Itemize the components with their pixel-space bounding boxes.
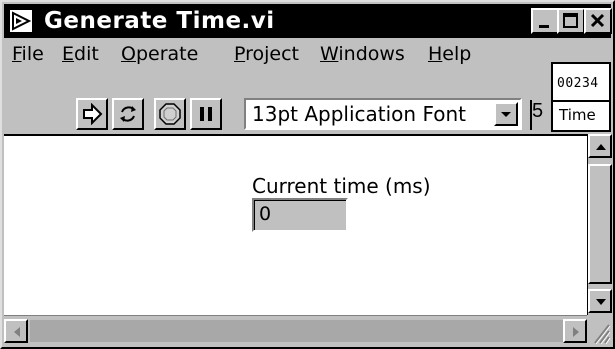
close-icon bbox=[590, 13, 605, 28]
current-time-label: Current time (ms) bbox=[252, 174, 431, 198]
menu-bar: File Edit Operate Project Windows Help bbox=[4, 40, 549, 68]
menu-project[interactable]: Project bbox=[234, 43, 299, 65]
font-select[interactable]: 13pt Application Font bbox=[244, 98, 522, 130]
vi-window: Generate Time.vi File Edit Operate Proje… bbox=[0, 0, 615, 349]
run-continuously-icon bbox=[120, 106, 136, 122]
title-bar[interactable]: Generate Time.vi bbox=[4, 4, 612, 38]
horizontal-scrollbar[interactable] bbox=[4, 315, 587, 345]
vi-icon-divider bbox=[553, 100, 609, 102]
resize-grip[interactable] bbox=[587, 315, 611, 345]
font-select-dropdown-button[interactable] bbox=[494, 102, 518, 126]
abort-button[interactable] bbox=[154, 98, 186, 130]
arrow-left-icon bbox=[14, 327, 20, 337]
front-panel[interactable]: Current time (ms) 0 bbox=[4, 134, 587, 315]
chevron-down-icon bbox=[501, 112, 511, 117]
horizontal-scroll-track[interactable] bbox=[30, 320, 563, 342]
menu-edit[interactable]: Edit bbox=[62, 43, 99, 65]
scroll-left-button[interactable] bbox=[4, 319, 28, 343]
toolbar: 13pt Application Font 5 bbox=[4, 68, 549, 132]
menu-windows[interactable]: Windows bbox=[320, 43, 405, 65]
scroll-up-button[interactable] bbox=[588, 134, 612, 158]
menu-file[interactable]: File bbox=[12, 43, 44, 65]
run-arrow-icon bbox=[83, 103, 103, 125]
pause-button[interactable] bbox=[190, 98, 222, 130]
text-size-field[interactable]: 5 bbox=[530, 100, 544, 130]
vertical-scroll-thumb[interactable] bbox=[588, 164, 612, 284]
scroll-right-button[interactable] bbox=[563, 319, 587, 343]
labview-app-icon[interactable] bbox=[8, 8, 34, 34]
current-time-indicator[interactable]: 0 bbox=[252, 198, 348, 232]
arrow-down-icon bbox=[596, 299, 606, 305]
abort-stop-icon bbox=[159, 103, 181, 125]
window-title: Generate Time.vi bbox=[44, 8, 275, 34]
run-continuously-button[interactable] bbox=[112, 98, 144, 130]
pause-icon bbox=[200, 107, 212, 121]
maximize-button[interactable] bbox=[557, 8, 585, 34]
scroll-down-button[interactable] bbox=[588, 289, 612, 313]
arrow-up-icon bbox=[596, 144, 606, 150]
vertical-scrollbar[interactable] bbox=[587, 134, 612, 315]
resize-grip-icon bbox=[594, 324, 611, 345]
menu-help[interactable]: Help bbox=[428, 43, 471, 65]
close-button[interactable] bbox=[584, 8, 612, 34]
minimize-button[interactable] bbox=[531, 8, 559, 34]
minimize-icon bbox=[539, 25, 549, 28]
vi-icon-label: Time bbox=[559, 106, 596, 124]
maximize-icon bbox=[563, 13, 578, 28]
run-button[interactable] bbox=[76, 98, 108, 130]
menu-operate[interactable]: Operate bbox=[121, 43, 198, 65]
vi-icon[interactable]: 00234 Time bbox=[551, 62, 611, 132]
vi-icon-counter-text: 00234 bbox=[557, 76, 599, 91]
arrow-right-icon bbox=[573, 327, 579, 337]
